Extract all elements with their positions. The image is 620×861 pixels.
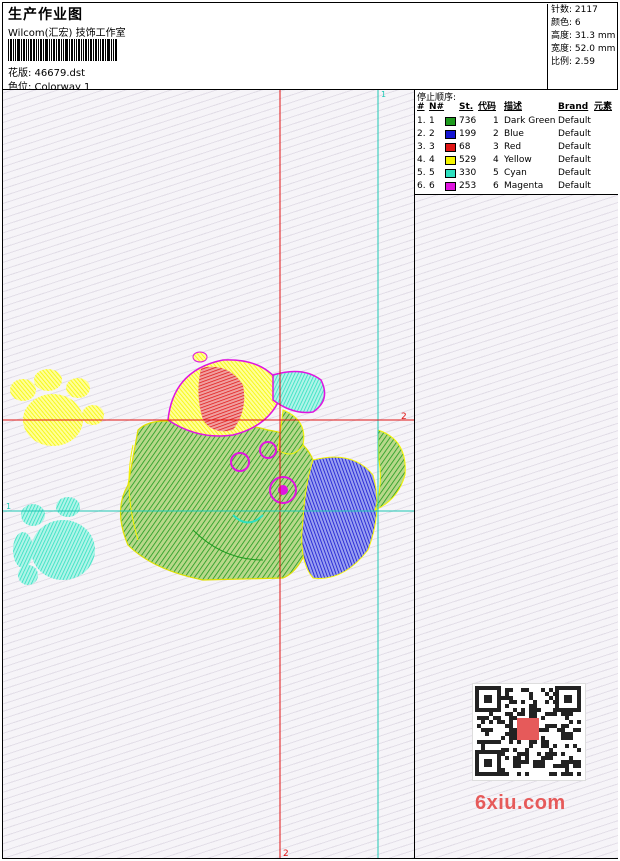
row-code: 2 [493,129,499,139]
dog-cap [167,351,326,437]
color-swatch [445,169,456,178]
header: 生产作业图 Wilcom(汇宏) 技饰工作室 花版: 46679.dst 色位:… [2,2,620,93]
table-row: 2. 2 199 2 Blue Default [415,128,618,141]
row-needle: 5 [429,168,435,178]
row-stitches: 253 [459,181,477,191]
stats-panel: 针数: 2117 颜色: 6 高度: 31.3 mm 宽度: 52.0 mm 比… [547,4,620,90]
guide-label-right: 2 [401,412,407,422]
row-seq: 3. [417,142,426,152]
row-code: 1 [493,116,499,126]
stop-sequence-table: 停止顺序: # N# St. 代码 描述 Brand 元素 1. 1 736 1 Dar… [415,90,618,195]
row-seq: 2. [417,129,426,139]
row-brand: Default [558,142,591,152]
table-row: 6. 6 253 6 Magenta Default [415,180,618,193]
row-needle: 3 [429,142,435,152]
page-title: 生产作业图 [8,7,83,23]
table-header: # N# St. 代码 描述 Brand 元素 [417,102,613,112]
guide-label-top: 1 [381,90,386,99]
row-desc: Magenta [504,181,544,191]
color-swatch [445,117,456,126]
design-file: 花版: 46679.dst [8,68,86,79]
color-swatch [445,130,456,139]
qr-code [472,683,586,781]
stat-stitches: 针数: 2117 [551,5,598,15]
row-needle: 1 [429,116,435,126]
row-desc: Red [504,142,522,152]
row-needle: 2 [429,129,435,139]
stop-sequence-panel: 停止顺序: # N# St. 代码 描述 Brand 元素 1. 1 736 1 Dar… [414,90,618,858]
company-name: Wilcom(汇宏) 技饰工作室 [8,28,126,39]
guide-label-left: 1 [6,502,11,511]
row-needle: 6 [429,181,435,191]
color-swatch [445,182,456,191]
yellow-paw-print [10,369,104,446]
color-swatch [445,156,456,165]
stat-height: 高度: 31.3 mm [551,31,616,41]
stat-scale: 比例: 2.59 [551,57,595,67]
embroidery-design: 1 2 1 2 [3,90,414,858]
row-desc: Yellow [504,155,532,165]
design-canvas: 1 2 1 2 [3,90,414,858]
stat-width: 宽度: 52.0 mm [551,44,616,54]
row-desc: Blue [504,129,524,139]
row-stitches: 68 [459,142,471,152]
row-seq: 4. [417,155,426,165]
row-brand: Default [558,168,591,178]
color-swatch [445,143,456,152]
row-desc: Dark Green [504,116,556,126]
row-desc: Cyan [504,168,527,178]
row-code: 4 [493,155,499,165]
table-row: 3. 3 68 3 Red Default [415,141,618,154]
row-stitches: 736 [459,116,477,126]
row-stitches: 199 [459,129,477,139]
row-seq: 5. [417,168,426,178]
cyan-paw-print [13,497,95,585]
guide-label-bottom: 2 [283,849,289,858]
row-stitches: 330 [459,168,477,178]
table-row: 5. 5 330 5 Cyan Default [415,167,618,180]
row-needle: 4 [429,155,435,165]
row-brand: Default [558,129,591,139]
table-row: 1. 1 736 1 Dark Green Default [415,115,618,128]
row-stitches: 529 [459,155,477,165]
barcode [8,39,118,61]
watermark: 6xiu.com [475,792,566,814]
dog-figure [119,409,406,581]
row-brand: Default [558,155,591,165]
table-row: 4. 4 529 4 Yellow Default [415,154,618,167]
row-brand: Default [558,181,591,191]
row-code: 3 [493,142,499,152]
row-seq: 6. [417,181,426,191]
row-code: 6 [493,181,499,191]
row-code: 5 [493,168,499,178]
row-brand: Default [558,116,591,126]
stat-colors: 颜色: 6 [551,18,581,28]
row-seq: 1. [417,116,426,126]
